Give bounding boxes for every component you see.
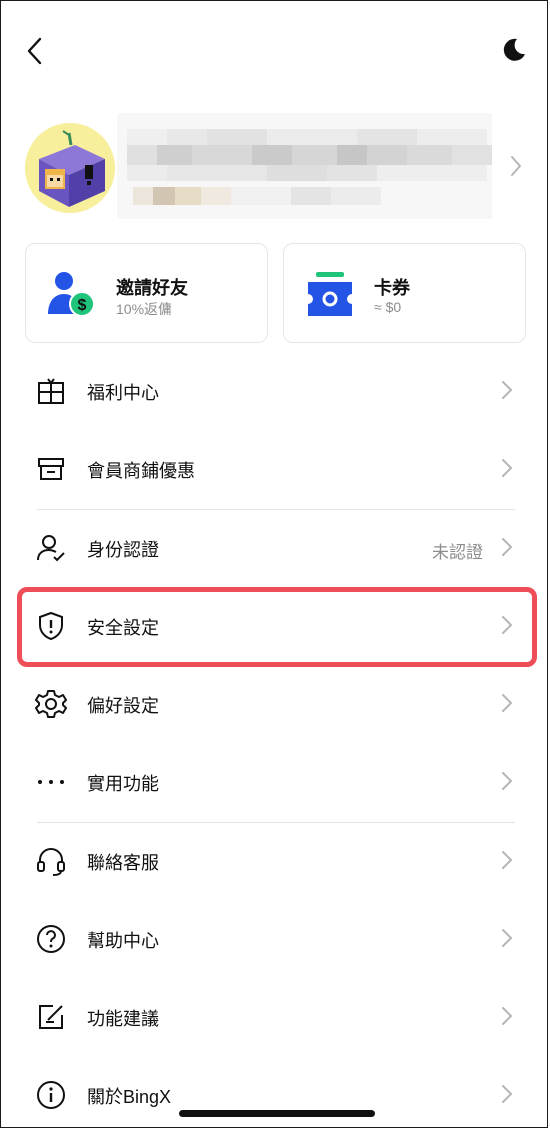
theme-toggle-button[interactable]: [501, 37, 527, 63]
card-title: 邀請好友: [116, 278, 188, 298]
menu-item-about[interactable]: 關於BingX: [25, 1059, 525, 1127]
chevron-right-icon: [502, 459, 512, 477]
gift-icon: [38, 378, 64, 404]
menu-item-member-store[interactable]: 會員商鋪優惠: [25, 433, 525, 503]
profile-row[interactable]: [25, 113, 531, 219]
profile-name-blurred: [117, 113, 492, 219]
coupons-card[interactable]: 卡券 ≈ $0: [283, 243, 526, 343]
chevron-right-icon: [502, 694, 512, 712]
verification-status: 未認證: [432, 543, 483, 562]
ticket-icon: [304, 268, 356, 320]
chevron-right-icon: [502, 772, 512, 790]
menu-item-label: 幫助中心: [87, 931, 159, 951]
menu-item-label: 功能建議: [87, 1009, 159, 1029]
home-indicator: [179, 1110, 375, 1117]
svg-text:$: $: [78, 297, 87, 314]
menu-item-label: 福利中心: [87, 383, 159, 403]
app-screen: $ 邀請好友 10%返傭 卡券 ≈ $0 福利中心 會員商鋪優惠 身份認證 未認…: [0, 0, 548, 1128]
menu-item-contact-support[interactable]: 聯絡客服: [25, 825, 525, 895]
chevron-right-icon: [502, 538, 512, 556]
invite-friends-card[interactable]: $ 邀請好友 10%返傭: [25, 243, 268, 343]
card-title: 卡券: [374, 278, 410, 298]
chevron-right-icon: [502, 616, 512, 634]
card-subtitle: ≈ $0: [374, 299, 402, 315]
menu-item-help-center[interactable]: 幫助中心: [25, 903, 525, 973]
chevron-right-icon: [502, 381, 512, 399]
chevron-right-icon: [511, 156, 521, 176]
menu-item-label: 偏好設定: [87, 696, 159, 716]
shield-alert-icon: [39, 611, 63, 641]
headset-icon: [37, 848, 65, 876]
menu-item-label: 聯絡客服: [87, 853, 159, 873]
chevron-right-icon: [502, 851, 512, 869]
question-circle-icon: [37, 925, 65, 953]
chevron-right-icon: [502, 929, 512, 947]
menu-item-preferences[interactable]: 偏好設定: [25, 668, 525, 738]
divider: [37, 509, 515, 510]
avatar: [25, 123, 115, 213]
menu-item-label: 實用功能: [87, 774, 159, 794]
more-dots-icon: [38, 780, 64, 784]
store-icon: [38, 458, 64, 480]
menu-item-security-settings[interactable]: 安全設定: [25, 590, 525, 660]
pixel-avatar-icon: [25, 123, 115, 213]
menu-item-feature-suggestions[interactable]: 功能建議: [25, 981, 525, 1051]
menu-item-rewards-center[interactable]: 福利中心: [25, 355, 525, 425]
menu-item-label: 身份認證: [87, 540, 159, 560]
menu-item-utilities[interactable]: 實用功能: [25, 746, 525, 816]
menu-item-label: 關於BingX: [87, 1087, 172, 1107]
chevron-right-icon: [502, 1085, 512, 1103]
chevron-right-icon: [502, 1007, 512, 1025]
menu-item-label: 安全設定: [87, 618, 159, 638]
edit-square-icon: [39, 1005, 63, 1029]
user-check-icon: [37, 535, 65, 562]
moon-icon: [503, 38, 525, 61]
chevron-left-icon: [27, 37, 42, 65]
back-button[interactable]: [23, 35, 47, 67]
card-subtitle: 10%返傭: [116, 301, 173, 317]
user-dollar-icon: $: [46, 268, 98, 320]
info-circle-icon: [37, 1081, 65, 1109]
divider: [37, 822, 515, 823]
gear-icon: [35, 690, 67, 718]
menu-item-identity-verification[interactable]: 身份認證 未認證: [25, 512, 525, 582]
menu-item-label: 會員商鋪優惠: [87, 461, 195, 481]
